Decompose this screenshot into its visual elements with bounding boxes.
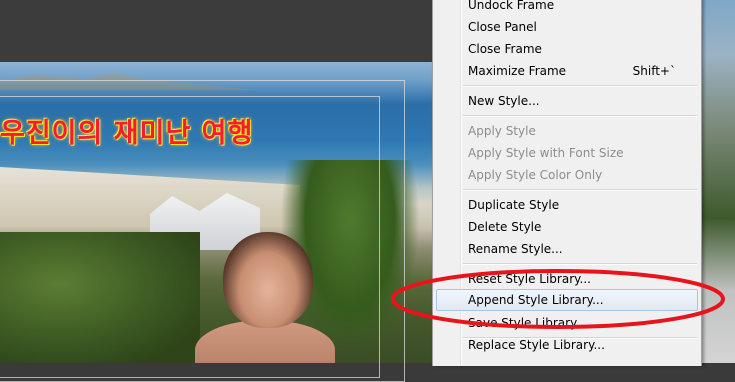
- menu-item-close-frame[interactable]: Close Frame: [436, 38, 698, 60]
- menu-item-duplicate-style[interactable]: Duplicate Style: [436, 194, 698, 216]
- menu-item-new-style[interactable]: New Style...: [436, 90, 698, 112]
- menu-item-apply-style-color-only: Apply Style Color Only: [468, 168, 603, 182]
- panel-context-menu: Undock Frame Close Panel Close Frame Max…: [432, 0, 702, 366]
- menu-item-reset-style-library[interactable]: Reset Style Library...: [436, 268, 698, 290]
- menu-separator: [463, 263, 697, 265]
- app-toolbar-area: [0, 0, 432, 62]
- menu-item-maximize-frame[interactable]: Maximize Frame Shift+`: [436, 60, 698, 82]
- menu-item-close-panel[interactable]: Close Panel: [436, 16, 698, 38]
- menu-separator: [463, 115, 697, 117]
- menu-item-apply-style: Apply Style: [468, 124, 536, 138]
- menu-separator: [463, 189, 697, 191]
- menu-item-undock-frame[interactable]: Undock Frame: [436, 0, 698, 16]
- shortcut-label: Shift+`: [632, 64, 676, 78]
- menu-item-append-style-library[interactable]: Append Style Library...: [436, 289, 698, 311]
- background-photo-right: [700, 0, 735, 363]
- menu-item-apply-style-font-size: Apply Style with Font Size: [468, 146, 624, 160]
- menu-item-rename-style[interactable]: Rename Style...: [436, 238, 698, 260]
- menu-separator: [463, 85, 697, 87]
- menu-item-save-style-library[interactable]: Save Style Library...: [436, 312, 698, 334]
- video-title-text[interactable]: 우진이의 재미난 여행: [0, 111, 253, 150]
- menu-item-delete-style[interactable]: Delete Style: [436, 216, 698, 238]
- menu-item-replace-style-library[interactable]: Replace Style Library...: [436, 334, 698, 356]
